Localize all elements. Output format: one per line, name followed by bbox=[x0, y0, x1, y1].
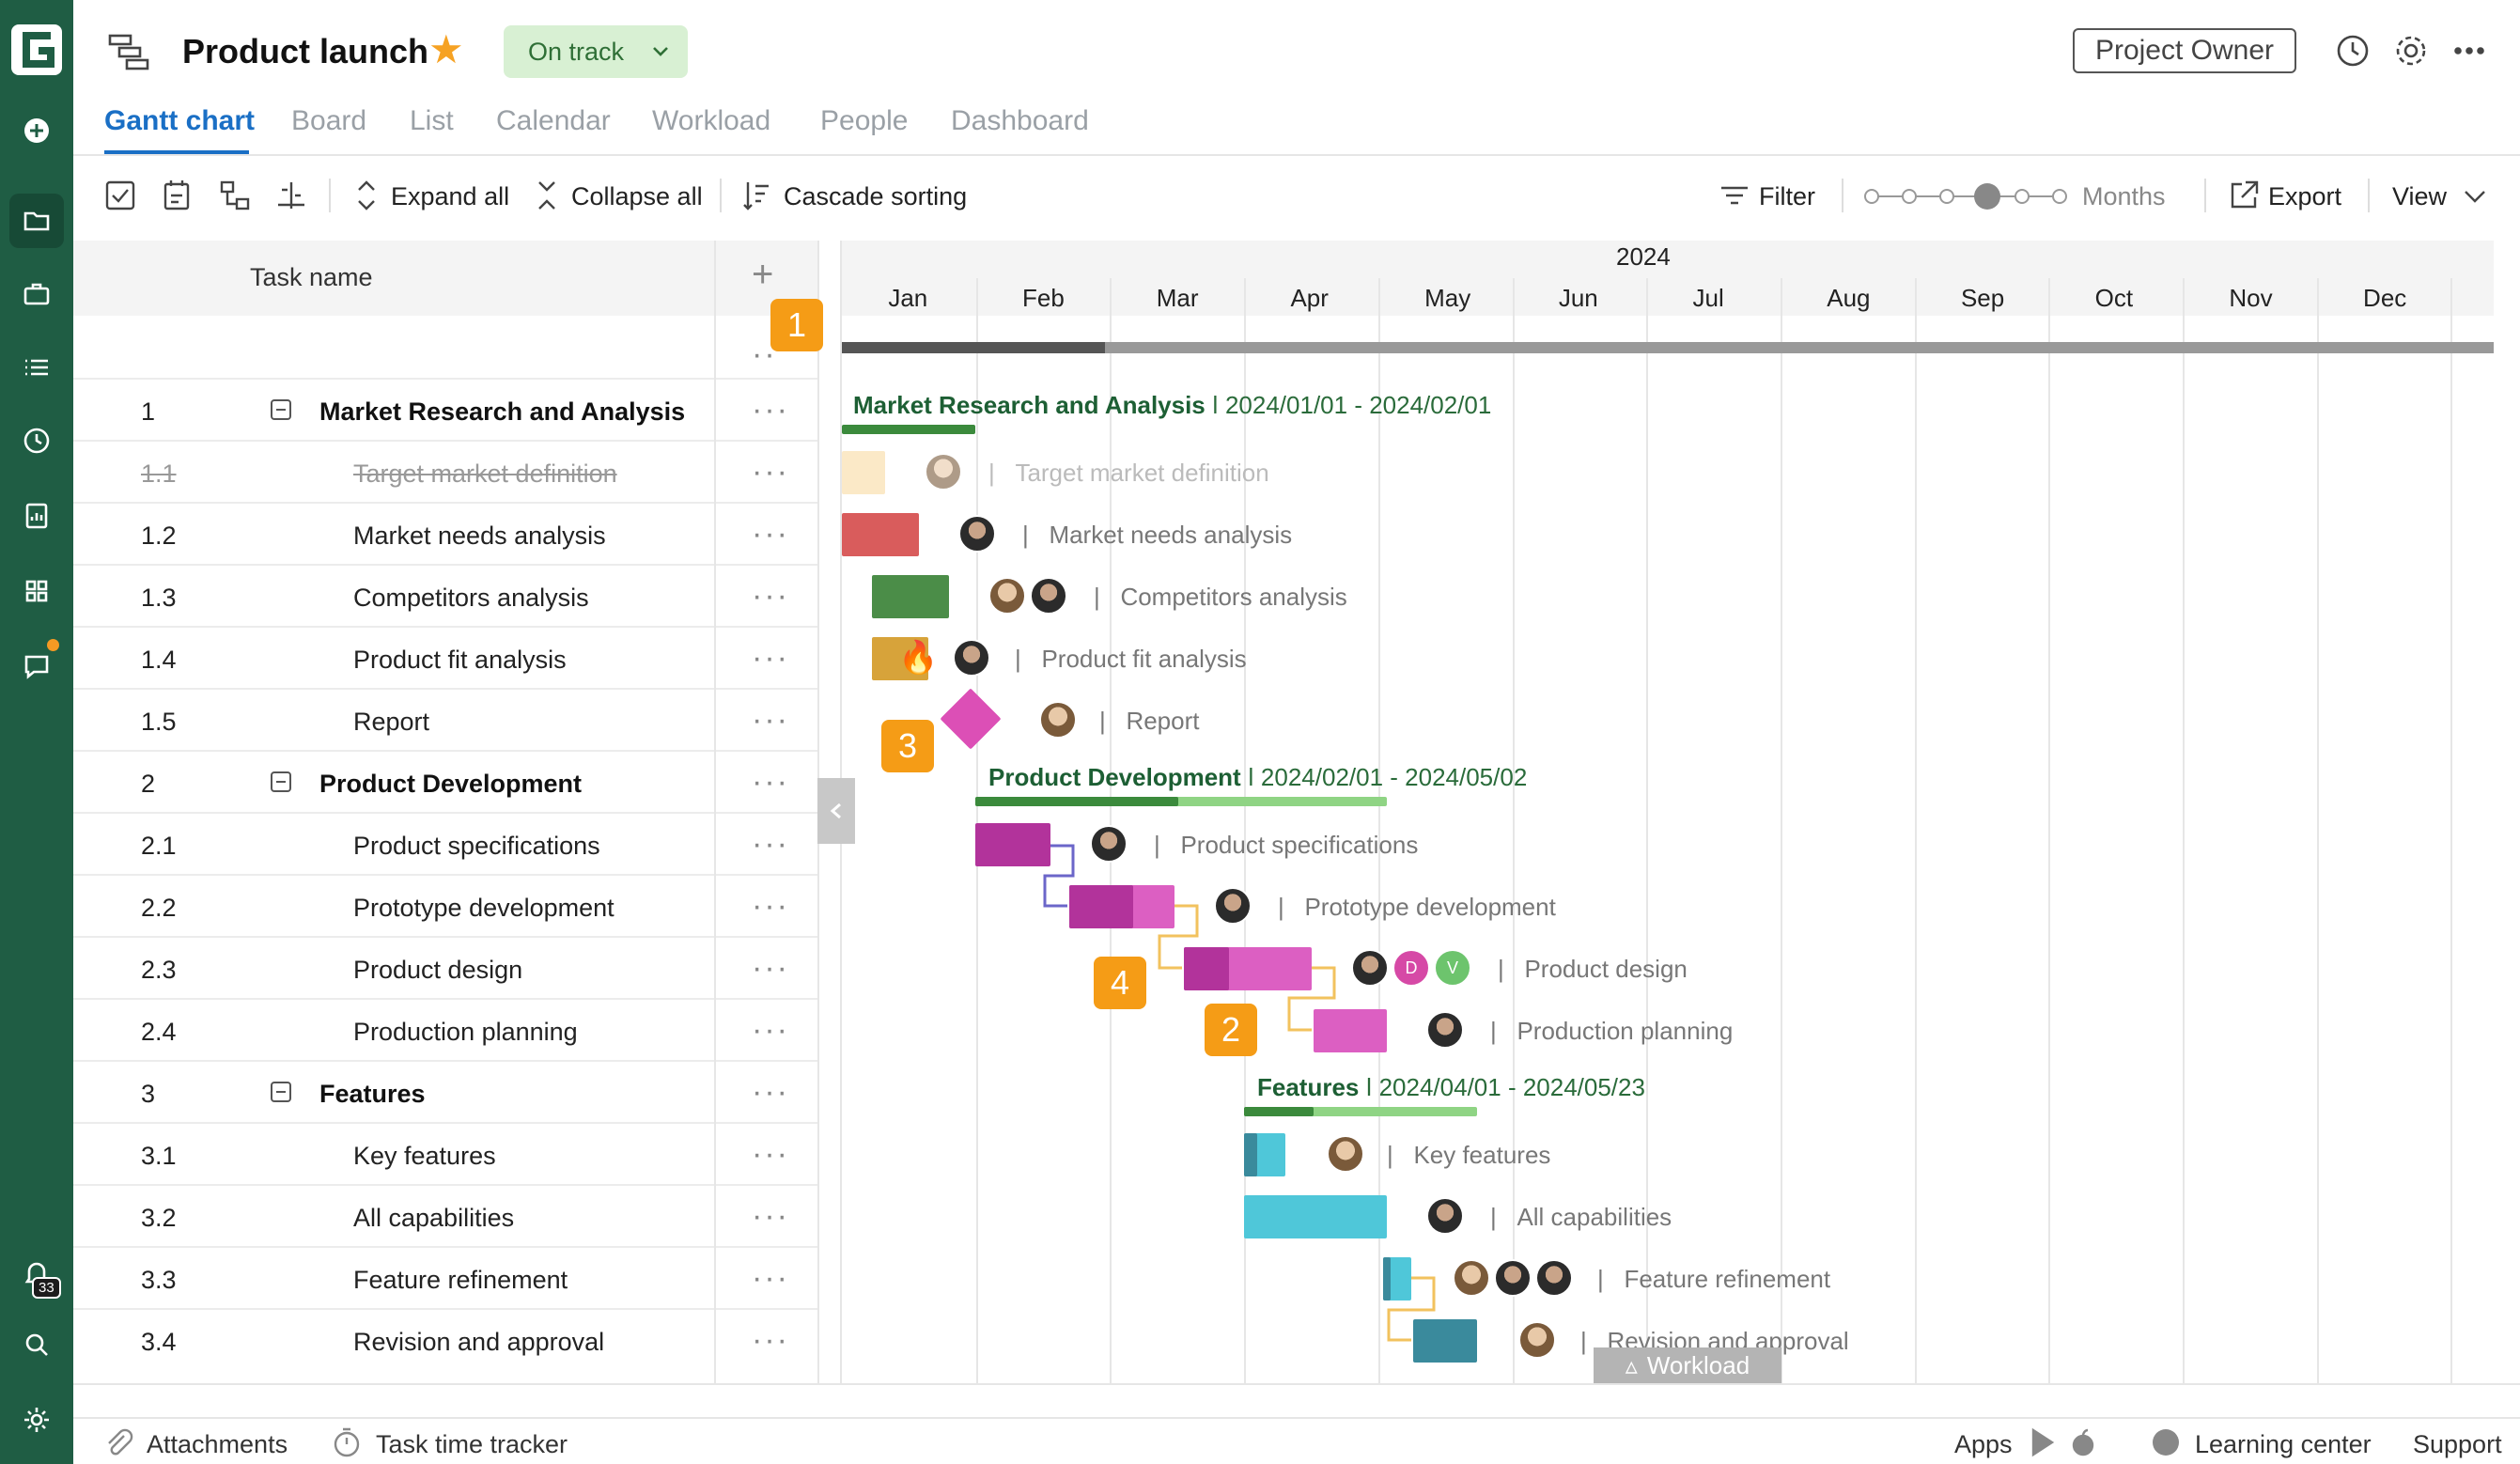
apps-link[interactable]: Apps bbox=[1954, 1430, 2013, 1459]
help-icon[interactable]: ? bbox=[2150, 1426, 2182, 1458]
collapse-grid-handle[interactable] bbox=[817, 778, 855, 844]
callout-badge-1: 1 bbox=[770, 299, 823, 351]
workload-panel-toggle[interactable]: ▵ Workload bbox=[1594, 1347, 1781, 1383]
callout-badge-4: 4 bbox=[1094, 957, 1146, 1009]
support-link[interactable]: Support bbox=[2413, 1430, 2502, 1459]
task-time-tracker-link[interactable]: Task time tracker bbox=[376, 1430, 568, 1459]
dependency-links bbox=[1043, 844, 1436, 1342]
workload-toggle-label: Workload bbox=[1646, 1350, 1750, 1379]
timeline-bottom-divider bbox=[73, 1383, 2520, 1385]
apple-icon[interactable] bbox=[2067, 1426, 2099, 1458]
callout-badge-3: 3 bbox=[881, 720, 934, 772]
callout-badge-2: 2 bbox=[1205, 1004, 1257, 1056]
google-play-icon[interactable] bbox=[2026, 1426, 2058, 1458]
paperclip-icon[interactable] bbox=[101, 1426, 133, 1458]
learning-center-link[interactable]: Learning center bbox=[2195, 1430, 2372, 1459]
attachments-link[interactable]: Attachments bbox=[147, 1430, 288, 1459]
chevron-up-icon: ▵ bbox=[1625, 1350, 1638, 1379]
chevron-left-icon bbox=[830, 802, 841, 819]
stopwatch-icon[interactable] bbox=[331, 1426, 363, 1458]
svg-text:?: ? bbox=[2160, 1433, 2170, 1454]
